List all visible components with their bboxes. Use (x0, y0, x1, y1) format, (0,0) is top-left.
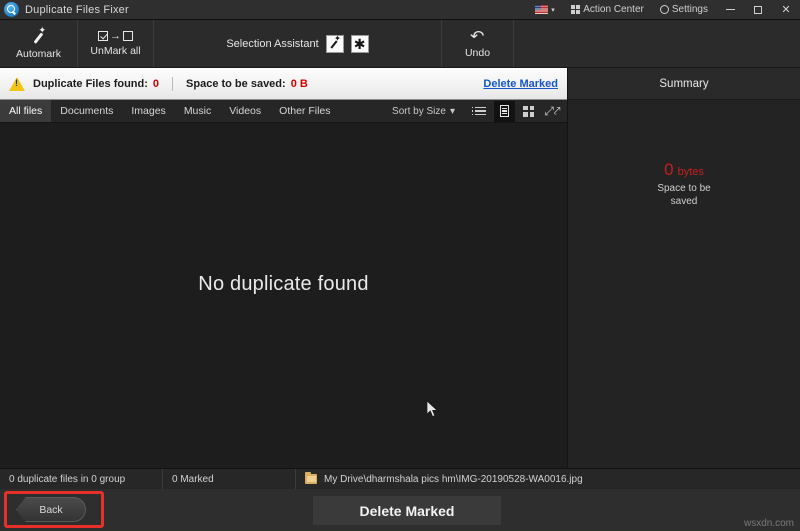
content-area: Duplicate Files found: 0 Space to be sav… (0, 68, 800, 468)
selection-assistant-star-button[interactable]: ✱ (351, 35, 369, 53)
selection-assistant-wand-button[interactable] (326, 35, 344, 53)
expand-view-button[interactable]: ⤢⤤ (542, 101, 563, 122)
sort-by-dropdown[interactable]: Sort by Size ▾ (386, 106, 467, 117)
settings-label: Settings (672, 4, 708, 15)
grid-view-button[interactable] (518, 101, 539, 122)
minimize-icon (726, 9, 735, 10)
unmark-icon: → (98, 31, 133, 42)
undo-button[interactable]: ↶ Undo (442, 20, 514, 67)
list-view-icon (475, 107, 486, 116)
status-duplicate-count: 0 duplicate files in 0 group (0, 469, 163, 489)
sort-by-label: Sort by Size (392, 106, 446, 117)
summary-space-caption: Space to be saved (657, 182, 710, 208)
summary-space-value-row: 0 bytes (664, 160, 704, 180)
toolbar-spacer (514, 20, 800, 67)
us-flag-icon (535, 5, 548, 14)
results-pane: Duplicate Files found: 0 Space to be sav… (0, 68, 567, 468)
status-current-path: My Drive\dharmshala pics hm\IMG-20190528… (296, 469, 800, 489)
chevron-down-icon: ▾ (551, 6, 555, 14)
delete-marked-link[interactable]: Delete Marked (483, 78, 558, 90)
summary-content: 0 bytes Space to be saved (568, 100, 800, 468)
folder-icon (305, 474, 317, 484)
main-toolbar: Automark → UnMark all Selection Assistan… (0, 20, 800, 68)
application-window: Duplicate Files Fixer ▾ Action Center Se… (0, 0, 800, 531)
language-selector[interactable]: ▾ (527, 0, 563, 20)
status-bar: 0 duplicate files in 0 group 0 Marked My… (0, 468, 800, 489)
detail-view-button[interactable] (494, 101, 515, 122)
maximize-icon (754, 6, 762, 14)
summary-heading: Summary (568, 68, 800, 100)
info-divider (172, 77, 173, 91)
action-center-label: Action Center (583, 4, 644, 15)
status-path-text: My Drive\dharmshala pics hm\IMG-20190528… (324, 474, 583, 485)
detail-view-icon (500, 105, 509, 117)
summary-space-unit: bytes (678, 166, 704, 178)
warning-icon (9, 77, 25, 91)
grid-icon (571, 5, 581, 15)
gear-icon (660, 5, 669, 14)
grid-view-icon (523, 106, 534, 117)
title-bar-controls: ▾ Action Center Settings ✕ (527, 0, 800, 20)
results-info-bar: Duplicate Files found: 0 Space to be sav… (0, 68, 567, 100)
magic-wand-icon (328, 37, 341, 50)
filter-tab-strip: All files Documents Images Music Videos … (0, 100, 567, 123)
delete-marked-button[interactable]: Delete Marked (313, 496, 501, 525)
watermark: wsxdn.com (744, 518, 794, 529)
empty-state-message: No duplicate found (198, 273, 368, 296)
chevron-down-icon: ▾ (450, 106, 455, 117)
close-button[interactable]: ✕ (772, 0, 800, 20)
view-controls: Sort by Size ▾ ⤢⤤ (386, 100, 567, 122)
title-bar: Duplicate Files Fixer ▾ Action Center Se… (0, 0, 800, 20)
undo-label: Undo (465, 47, 490, 59)
space-to-be-saved-value: 0 B (291, 78, 308, 90)
duplicate-files-found-label: Duplicate Files found: (33, 78, 148, 90)
magic-wand-icon (30, 28, 47, 45)
minimize-button[interactable] (716, 0, 744, 20)
unmark-all-label: UnMark all (90, 45, 140, 57)
tab-documents[interactable]: Documents (51, 100, 122, 122)
magnifier-app-icon (4, 2, 19, 17)
back-button[interactable]: Back (16, 497, 86, 522)
asterisk-icon: ✱ (354, 37, 366, 51)
tab-videos[interactable]: Videos (220, 100, 270, 122)
status-marked-count: 0 Marked (163, 469, 296, 489)
settings-button[interactable]: Settings (652, 0, 716, 20)
tab-images[interactable]: Images (122, 100, 174, 122)
unmark-all-button[interactable]: → UnMark all (78, 20, 154, 67)
summary-pane: Summary 0 bytes Space to be saved (567, 68, 800, 468)
maximize-button[interactable] (744, 0, 772, 20)
automark-button[interactable]: Automark (0, 20, 78, 67)
window-title: Duplicate Files Fixer (25, 4, 129, 16)
tab-all-files[interactable]: All files (0, 100, 51, 122)
close-icon: ✕ (781, 3, 790, 16)
automark-label: Automark (16, 48, 61, 60)
summary-caption-line1: Space to be (657, 183, 710, 194)
tab-other-files[interactable]: Other Files (270, 100, 339, 122)
selection-assistant-label: Selection Assistant (226, 38, 318, 50)
duplicate-list-area[interactable]: No duplicate found (0, 123, 567, 468)
selection-assistant-group: Selection Assistant ✱ (154, 20, 442, 67)
footer-bar: Back Delete Marked wsxdn.com (0, 489, 800, 531)
duplicate-files-found-value: 0 (153, 78, 159, 90)
summary-space-value: 0 (664, 160, 673, 180)
action-center-button[interactable]: Action Center (563, 0, 652, 20)
summary-caption-line2: saved (671, 196, 698, 207)
tab-music[interactable]: Music (175, 100, 220, 122)
undo-arrow-icon: ↶ (470, 29, 484, 44)
list-view-button[interactable] (470, 101, 491, 122)
expand-view-icon: ⤢⤤ (544, 105, 560, 117)
space-to-be-saved-label: Space to be saved: (186, 78, 286, 90)
